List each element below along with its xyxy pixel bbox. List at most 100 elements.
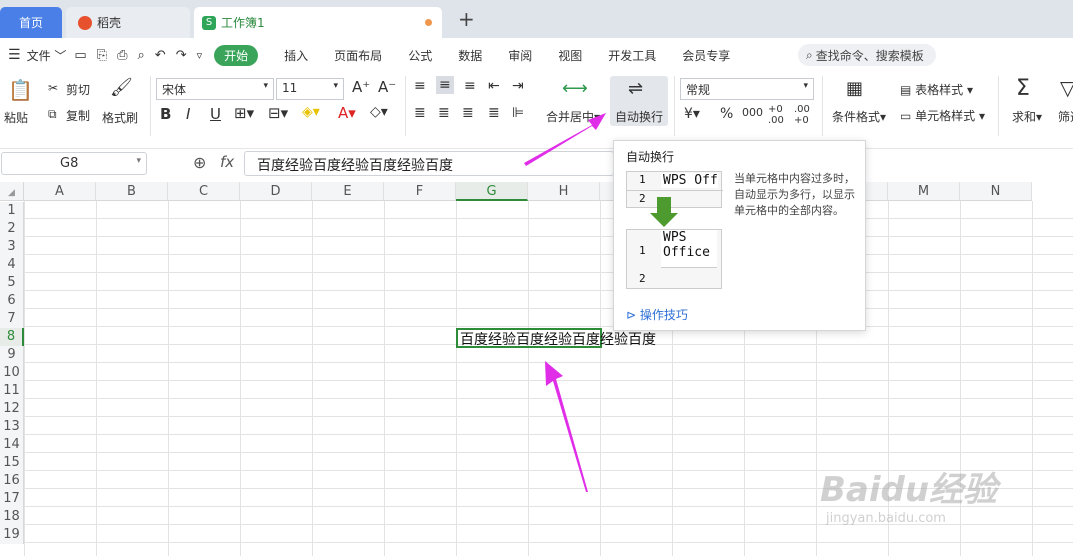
cut-button[interactable]: 剪切 [66,81,90,98]
tab-home[interactable]: 首页 [0,7,62,38]
border-icon[interactable]: ⊞▾ [234,104,254,122]
indent-increase-icon[interactable]: ⇥ [512,78,524,94]
merge-center-icon[interactable]: ⟷ [562,78,588,99]
copy-button[interactable]: 复制 [66,107,90,124]
row-header-1[interactable]: 1 [0,202,24,220]
column-header-a[interactable]: A [24,182,96,201]
number-format-select[interactable]: 常规 ▾ [680,78,814,100]
sum-button[interactable]: 求和▾ [1012,108,1042,125]
merge-center-button[interactable]: 合并居中▾ [546,108,600,125]
row-header-17[interactable]: 17 [0,490,24,508]
percent-icon[interactable]: % [720,106,733,122]
column-header-m[interactable]: M [888,182,960,201]
menu-view[interactable]: 视图 [558,47,582,64]
menu-insert[interactable]: 插入 [284,47,308,64]
fx-icon[interactable]: fx [220,153,234,171]
row-header-12[interactable]: 12 [0,400,24,418]
menu-file[interactable]: 文件 ﹀ [27,47,67,64]
tab-daoke[interactable]: 稻壳 [66,7,190,38]
row-header-18[interactable]: 18 [0,508,24,526]
name-box[interactable]: G8 ▾ [1,152,147,175]
menu-data[interactable]: 数据 [458,47,482,64]
currency-icon[interactable]: ¥▾ [684,106,700,122]
font-size-select[interactable]: 11 ▾ [276,78,344,100]
menu-developer[interactable]: 开发工具 [608,47,656,64]
more-icon[interactable]: ▿ [197,49,203,62]
column-header-c[interactable]: C [168,182,240,201]
fill-color-icon[interactable]: ◈▾ [302,104,320,120]
filter-icon[interactable]: ▽ [1060,76,1073,100]
paste-icon[interactable]: 📋 [8,78,33,102]
sum-icon[interactable]: Σ [1016,76,1030,101]
row-header-6[interactable]: 6 [0,292,24,310]
align-center-icon[interactable]: ≣ [438,105,450,121]
column-header-h[interactable]: H [528,182,600,201]
filter-button[interactable]: 筛选 [1058,108,1073,125]
row-header-5[interactable]: 5 [0,274,24,292]
align-middle-icon[interactable]: ≡ [436,76,454,94]
command-search[interactable]: ⌕ 查找命令、搜索模板 [798,44,936,66]
new-tab-button[interactable]: + [458,7,475,31]
clear-format-icon[interactable]: ◇▾ [370,104,388,120]
align-left-icon[interactable]: ≣ [414,105,426,121]
column-header-b[interactable]: B [96,182,168,201]
menu-page-layout[interactable]: 页面布局 [334,47,382,64]
conditional-format-button[interactable]: 条件格式▾ [832,108,886,125]
zoom-function-icon[interactable]: ⊕ [193,153,206,172]
align-bottom-icon[interactable]: ≡ [464,78,476,94]
row-header-9[interactable]: 9 [0,346,24,364]
print-preview-icon[interactable]: ⌕ [138,48,145,63]
menu-start[interactable]: 开始 [214,44,259,66]
align-top-icon[interactable]: ≡ [414,78,426,94]
align-right-icon[interactable]: ≣ [462,105,474,121]
row-header-4[interactable]: 4 [0,256,24,274]
column-header-e[interactable]: E [312,182,384,201]
underline-icon[interactable]: U [210,105,221,123]
italic-icon[interactable]: I [186,105,190,123]
paste-button[interactable]: 粘贴 [4,109,28,126]
justify-icon[interactable]: ≣ [488,105,500,121]
indent-decrease-icon[interactable]: ⇤ [488,78,500,94]
column-header-f[interactable]: F [384,182,456,201]
column-header-n[interactable]: N [960,182,1032,201]
wrap-text-button[interactable]: 自动换行 [615,108,663,125]
column-header-d[interactable]: D [240,182,312,201]
hamburger-icon[interactable]: ☰ [8,47,21,63]
row-header-10[interactable]: 10 [0,364,24,382]
undo-icon[interactable]: ↶ [155,48,166,63]
table-style-button[interactable]: ▤ 表格样式 ▾ [900,81,973,98]
tooltip-help-link[interactable]: ⊳ 操作技巧 [626,306,688,323]
export-icon[interactable]: ⎘ [97,48,107,63]
decrease-font-icon[interactable]: A⁻ [378,78,396,96]
menu-review[interactable]: 审阅 [508,47,532,64]
tab-workbook[interactable]: S 工作簿1 [194,7,442,38]
format-painter-button[interactable]: 格式刷 [102,109,138,126]
print-icon[interactable]: ⎙ [117,48,127,63]
distributed-icon[interactable]: ⊫ [512,105,524,121]
bold-icon[interactable]: B [160,105,171,123]
decrease-decimal-icon[interactable]: .00 +0 [794,104,810,126]
format-painter-icon[interactable]: 🖌 [110,77,133,98]
font-color-icon[interactable]: A▾ [338,104,356,122]
formula-input[interactable]: 百度经验百度经验百度经验百度 [244,151,614,176]
font-name-select[interactable]: 宋体 ▾ [156,78,274,100]
thousands-icon[interactable]: 000 [742,106,763,119]
row-header-11[interactable]: 11 [0,382,24,400]
row-header-3[interactable]: 3 [0,238,24,256]
save-icon[interactable]: ▭ [74,48,86,63]
row-header-2[interactable]: 2 [0,220,24,238]
menu-formulas[interactable]: 公式 [408,47,432,64]
column-header-g[interactable]: G [456,182,528,201]
cell-style-button[interactable]: ▭ 单元格样式 ▾ [900,107,985,124]
increase-decimal-icon[interactable]: +0.00 [768,104,784,126]
row-header-7[interactable]: 7 [0,310,24,328]
row-header-16[interactable]: 16 [0,472,24,490]
row-header-8[interactable]: 8 [0,328,24,346]
row-header-19[interactable]: 19 [0,526,24,544]
menu-member[interactable]: 会员专享 [682,47,730,64]
row-header-13[interactable]: 13 [0,418,24,436]
row-header-15[interactable]: 15 [0,454,24,472]
wrap-text-icon[interactable]: ⇌ [628,78,643,99]
merge-style-icon[interactable]: ⊟▾ [268,104,288,122]
row-header-14[interactable]: 14 [0,436,24,454]
